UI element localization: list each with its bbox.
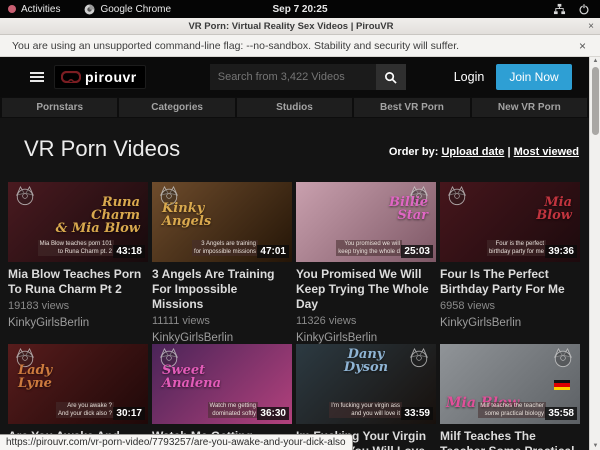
page-scrollbar[interactable]: ▲ ▼: [589, 57, 600, 450]
order-separator: |: [507, 146, 510, 158]
tab-title: VR Porn: Virtual Reality Sex Videos | Pi…: [0, 21, 582, 32]
video-card: Runa Charm & Mia Blow Mia Blow teaches p…: [8, 182, 148, 344]
search-bar: [210, 64, 406, 90]
site-logo-text: pirouvr: [85, 69, 137, 85]
video-studio-link[interactable]: KinkyGirlsBerlin: [296, 332, 436, 344]
site-header: pirouvr Login Join Now: [0, 57, 589, 97]
network-icon[interactable]: [553, 3, 566, 15]
vr-goggles-icon: [61, 71, 81, 83]
duration-badge: 25:03: [401, 245, 433, 258]
duration-badge: 36:30: [257, 407, 289, 420]
video-views: 19183 views: [8, 300, 148, 312]
chrome-icon: [84, 4, 95, 15]
menu-icon[interactable]: [30, 72, 44, 82]
video-thumbnail[interactable]: Runa Charm & Mia Blow Mia Blow teaches p…: [8, 182, 148, 262]
link-target-status-bar: https://pirouvr.com/vr-porn-video/779325…: [0, 434, 353, 450]
search-button[interactable]: [376, 64, 406, 90]
nav-item-new-vr[interactable]: New VR Porn: [472, 98, 587, 117]
video-studio-link[interactable]: KinkyGirlsBerlin: [440, 317, 580, 329]
thumbnail-caption: Watch me getting dominated softly: [208, 402, 258, 418]
thumbnail-caption: You promised we will keep trying the who…: [336, 240, 402, 256]
page-title: VR Porn Videos: [24, 136, 180, 162]
duration-badge: 47:01: [257, 245, 289, 258]
studio-cat-mask-icon: [446, 186, 468, 206]
duration-badge: 43:18: [113, 245, 145, 258]
thumbnail-model-name: Mia Blow: [536, 196, 572, 222]
studio-cat-mask-icon: [552, 348, 574, 368]
power-icon[interactable]: [578, 3, 590, 15]
close-tab-icon[interactable]: ×: [582, 21, 600, 32]
dismiss-warning-icon[interactable]: ×: [579, 39, 586, 53]
order-by-label: Order by:: [389, 146, 439, 158]
thumbnail-model-name: Runa Charm & Mia Blow: [56, 196, 140, 235]
search-input[interactable]: [210, 64, 376, 90]
login-link[interactable]: Login: [454, 70, 485, 84]
main-nav: Pornstars Categories Studios Best VR Por…: [0, 97, 589, 118]
video-views: 11326 views: [296, 315, 436, 327]
thumbnail-model-name: Kinky Angels: [162, 202, 211, 228]
video-card: Kinky Angels 3 Angels are training for i…: [152, 182, 292, 344]
scrollbar-thumb[interactable]: [592, 67, 599, 135]
video-thumbnail[interactable]: Mia Blow Four is the perfect birthday pa…: [440, 182, 580, 262]
web-page: pirouvr Login Join Now Pornstars Categor…: [0, 57, 589, 450]
video-thumbnail[interactable]: Sweet Analena Watch me getting dominated…: [152, 344, 292, 424]
video-card: Mia Blow Four is the perfect birthday pa…: [440, 182, 580, 344]
browser-title-bar: VR Porn: Virtual Reality Sex Videos | Pi…: [0, 18, 600, 35]
video-title-link[interactable]: Four Is The Perfect Birthday Party For M…: [440, 267, 576, 297]
scroll-up-icon[interactable]: ▲: [590, 58, 600, 64]
chrome-warning-bar: You are using an unsupported command-lin…: [0, 35, 600, 57]
video-card: Billie Star You promised we will keep tr…: [296, 182, 436, 344]
site-logo[interactable]: pirouvr: [54, 65, 146, 89]
app-label: Google Chrome: [100, 4, 171, 15]
video-grid: Runa Charm & Mia Blow Mia Blow teaches p…: [0, 182, 589, 450]
video-thumbnail[interactable]: Dany Dyson I'm fucking your virgin ass a…: [296, 344, 436, 424]
join-now-button[interactable]: Join Now: [496, 64, 571, 90]
activities-button[interactable]: Activities: [8, 4, 60, 15]
activities-label: Activities: [21, 4, 60, 15]
nav-item-pornstars[interactable]: Pornstars: [2, 98, 117, 117]
thumbnail-caption: I'm fucking your virgin ass and you will…: [329, 402, 402, 418]
page-heading-row: VR Porn Videos Order by: Upload date | M…: [0, 118, 589, 182]
warning-text: You are using an unsupported command-lin…: [12, 40, 579, 52]
video-title-link[interactable]: 3 Angels Are Training For Impossible Mis…: [152, 267, 288, 312]
video-views: 11111 views: [152, 315, 292, 327]
video-title-link[interactable]: You Promised We Will Keep Trying The Who…: [296, 267, 432, 312]
thumbnail-model-name: Billie Star: [389, 196, 428, 222]
video-thumbnail[interactable]: Kinky Angels 3 Angels are training for i…: [152, 182, 292, 262]
thumbnail-caption: 3 Angels are training for impossible mis…: [192, 240, 258, 256]
duration-badge: 30:17: [113, 407, 145, 420]
thumbnail-model-name: Sweet Analena: [162, 364, 221, 390]
nav-item-best-vr[interactable]: Best VR Porn: [354, 98, 469, 117]
thumbnail-caption: Mia Blow teaches porn 101 to Runa Charm …: [38, 240, 114, 256]
german-flag: [554, 380, 570, 390]
video-title-link[interactable]: Mia Blow Teaches Porn To Runa Charm Pt 2: [8, 267, 144, 297]
search-icon: [384, 71, 397, 84]
order-most-viewed-link[interactable]: Most viewed: [514, 146, 579, 158]
order-by: Order by: Upload date | Most viewed: [389, 146, 579, 158]
video-views: 6958 views: [440, 300, 580, 312]
video-thumbnail[interactable]: Mia Blow Milf teaches the teacher some p…: [440, 344, 580, 424]
app-indicator[interactable]: Google Chrome: [84, 4, 171, 15]
studio-cat-mask-icon: [14, 186, 36, 206]
video-card: Mia Blow Milf teaches the teacher some p…: [440, 344, 580, 450]
thumbnail-caption: Are you awake ? And your dick also ?: [56, 402, 114, 418]
duration-badge: 35:58: [545, 407, 577, 420]
video-thumbnail[interactable]: Billie Star You promised we will keep tr…: [296, 182, 436, 262]
video-studio-link[interactable]: KinkyGirlsBerlin: [8, 317, 148, 329]
nav-item-studios[interactable]: Studios: [237, 98, 352, 117]
video-thumbnail[interactable]: Lady Lyne Are you awake ? And your dick …: [8, 344, 148, 424]
video-studio-link[interactable]: KinkyGirlsBerlin: [152, 332, 292, 344]
order-upload-date-link[interactable]: Upload date: [441, 146, 504, 158]
recording-indicator-icon: [8, 5, 16, 13]
system-top-bar: Activities Google Chrome Sep 7 20:25: [0, 0, 600, 18]
thumbnail-caption: Milf teaches the teacher some practical …: [478, 402, 546, 418]
thumbnail-caption: Four is the perfect birthday party for m…: [487, 240, 546, 256]
thumbnail-model-name: Dany Dyson: [296, 348, 436, 374]
nav-item-categories[interactable]: Categories: [119, 98, 234, 117]
thumbnail-model-name: Lady Lyne: [18, 364, 52, 390]
duration-badge: 33:59: [401, 407, 433, 420]
scroll-down-icon[interactable]: ▼: [590, 443, 600, 449]
duration-badge: 39:36: [545, 245, 577, 258]
video-title-link[interactable]: Milf Teaches The Teacher Some Practical …: [440, 429, 576, 450]
